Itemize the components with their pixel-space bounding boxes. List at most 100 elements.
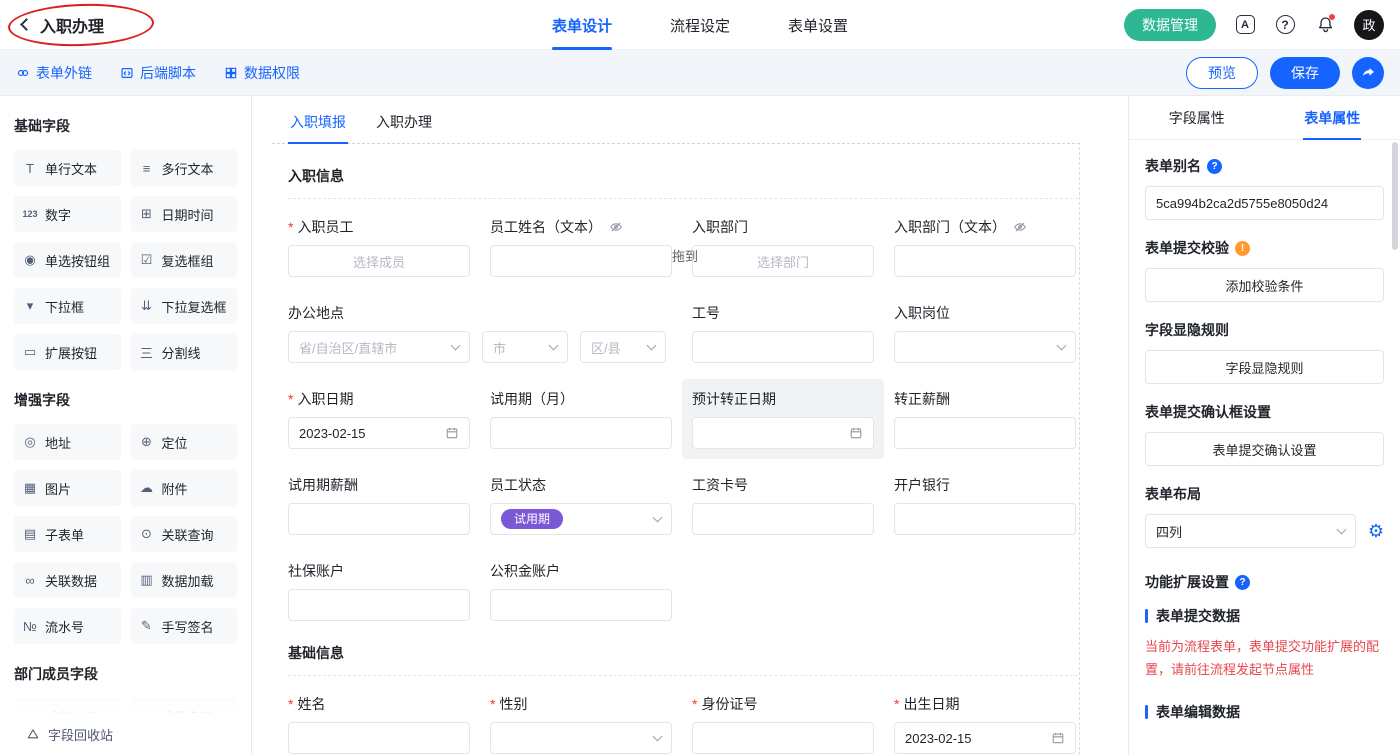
question-circle-icon[interactable]: ?: [1235, 575, 1250, 590]
text-input[interactable]: [692, 503, 874, 535]
form-field[interactable]: *性别: [490, 694, 672, 754]
toolbar-link-label: 数据权限: [244, 63, 300, 83]
region-select[interactable]: 市: [482, 331, 568, 363]
field-type-button[interactable]: ☑复选框组: [131, 242, 238, 278]
text-input[interactable]: [288, 503, 470, 535]
field-type-button[interactable]: ▾下拉框: [14, 288, 121, 324]
form-field[interactable]: 预计转正日期: [682, 379, 884, 459]
field-type-button[interactable]: 123数字: [14, 196, 121, 232]
toolbar-link[interactable]: 数据权限: [224, 63, 300, 83]
form-field[interactable]: 试用期（月）: [490, 389, 672, 449]
form-field[interactable]: 员工状态试用期: [490, 475, 672, 535]
form-field[interactable]: 社保账户: [288, 561, 470, 621]
form-field[interactable]: *身份证号: [692, 694, 874, 754]
field-type-button[interactable]: 三分割线: [131, 334, 238, 370]
help-icon[interactable]: ?: [1274, 14, 1296, 36]
field-type-button[interactable]: ∞关联数据: [14, 562, 121, 598]
submit-confirm-button[interactable]: 表单提交确认设置: [1145, 432, 1384, 466]
picker-input[interactable]: 选择部门: [692, 245, 874, 277]
region-select[interactable]: 区/县: [580, 331, 666, 363]
text-input[interactable]: [894, 503, 1076, 535]
date-input[interactable]: [692, 417, 874, 449]
gear-icon[interactable]: ⚙: [1368, 522, 1384, 540]
nav-tab[interactable]: 表单设置: [788, 0, 848, 50]
save-button[interactable]: 保存: [1270, 57, 1340, 89]
field-type-label: 图片: [45, 479, 71, 498]
picker-input[interactable]: 选择成员: [288, 245, 470, 277]
date-input[interactable]: 2023-02-15: [894, 722, 1076, 754]
language-icon[interactable]: A: [1234, 14, 1256, 36]
form-field[interactable]: *姓名: [288, 694, 470, 754]
field-type-button[interactable]: ⊙关联查询: [131, 516, 238, 552]
form-field[interactable]: 入职部门选择部门: [692, 217, 874, 277]
field-type-button[interactable]: ◉单选按钮组: [14, 242, 121, 278]
form-field[interactable]: 入职岗位: [894, 303, 1076, 363]
text-input[interactable]: [894, 245, 1076, 277]
field-type-button[interactable]: ⇊下拉复选框: [131, 288, 238, 324]
field-type-button[interactable]: T单行文本: [14, 150, 121, 186]
nav-tab[interactable]: 表单设计: [552, 0, 612, 50]
preview-button[interactable]: 预览: [1186, 57, 1258, 89]
text-input[interactable]: [288, 722, 470, 754]
select-input[interactable]: 试用期: [490, 503, 672, 535]
form-field[interactable]: 开户银行: [894, 475, 1076, 535]
text-input[interactable]: [894, 417, 1076, 449]
question-circle-icon[interactable]: ?: [1207, 159, 1222, 174]
bell-icon[interactable]: [1314, 14, 1336, 36]
field-type-button[interactable]: ▭扩展按钮: [14, 334, 121, 370]
form-field[interactable]: 工号: [692, 303, 874, 363]
share-button[interactable]: [1352, 57, 1384, 89]
field-type-button[interactable]: №流水号: [14, 608, 121, 644]
field-type-button[interactable]: ≡多行文本: [131, 150, 238, 186]
sidebar-section-title: 基础字段: [14, 116, 237, 136]
form-field[interactable]: 办公地点省/自治区/直辖市市区/县: [288, 303, 672, 363]
properties-tab[interactable]: 表单属性: [1265, 96, 1400, 139]
select-input[interactable]: [894, 331, 1076, 363]
region-select[interactable]: 省/自治区/直辖市: [288, 331, 470, 363]
canvas-tab[interactable]: 入职填报: [288, 108, 348, 143]
text-input[interactable]: [692, 722, 874, 754]
field-label-text: 试用期（月）: [490, 389, 574, 409]
field-type-button[interactable]: ◎地址: [14, 424, 121, 460]
layout-select[interactable]: 四列: [1145, 514, 1356, 548]
form-field[interactable]: 员工姓名（文本）: [490, 217, 672, 277]
field-type-button[interactable]: ▤子表单: [14, 516, 121, 552]
field-type-button[interactable]: ✎手写签名: [131, 608, 238, 644]
field-type-button[interactable]: ☁附件: [131, 470, 238, 506]
field-type-button[interactable]: ⊞日期时间: [131, 196, 238, 232]
select-input[interactable]: [490, 722, 672, 754]
form-field[interactable]: 入职部门（文本）: [894, 217, 1076, 277]
form-alias-value: 5ca994b2ca2d5755e8050d24: [1156, 196, 1328, 211]
form-field[interactable]: 转正薪酬: [894, 389, 1076, 449]
form-field[interactable]: *出生日期2023-02-15: [894, 694, 1076, 754]
text-input[interactable]: [490, 589, 672, 621]
field-type-button[interactable]: ⊕定位: [131, 424, 238, 460]
field-type-button[interactable]: ▦图片: [14, 470, 121, 506]
toolbar-link[interactable]: 后端脚本: [120, 63, 196, 83]
date-input[interactable]: 2023-02-15: [288, 417, 470, 449]
add-validation-button[interactable]: 添加校验条件: [1145, 268, 1384, 302]
toolbar-link[interactable]: 表单外链: [16, 63, 92, 83]
nav-tab[interactable]: 流程设定: [670, 0, 730, 50]
field-visibility-button[interactable]: 字段显隐规则: [1145, 350, 1384, 384]
canvas-tab[interactable]: 入职办理: [374, 108, 434, 143]
scrollbar-thumb[interactable]: [1392, 142, 1398, 250]
text-input[interactable]: [490, 245, 672, 277]
field-type-button[interactable]: ▥数据加载: [131, 562, 238, 598]
form-field[interactable]: *入职日期2023-02-15: [288, 389, 470, 449]
text-input[interactable]: [490, 417, 672, 449]
text-input[interactable]: [692, 331, 874, 363]
form-field[interactable]: 工资卡号: [692, 475, 874, 535]
field-recycle-bin[interactable]: 字段回收站: [0, 713, 250, 755]
form-field[interactable]: 公积金账户: [490, 561, 672, 621]
avatar[interactable]: 政: [1354, 10, 1384, 40]
required-mark: *: [692, 696, 697, 712]
back-button[interactable]: 入职办理: [16, 7, 116, 43]
properties-tab[interactable]: 字段属性: [1129, 96, 1265, 139]
field-label: 工号: [692, 303, 874, 323]
form-alias-input[interactable]: 5ca994b2ca2d5755e8050d24: [1145, 186, 1384, 220]
form-field[interactable]: *入职员工选择成员: [288, 217, 470, 277]
form-field[interactable]: 试用期薪酬: [288, 475, 470, 535]
text-input[interactable]: [288, 589, 470, 621]
data-manage-button[interactable]: 数据管理: [1124, 9, 1216, 41]
